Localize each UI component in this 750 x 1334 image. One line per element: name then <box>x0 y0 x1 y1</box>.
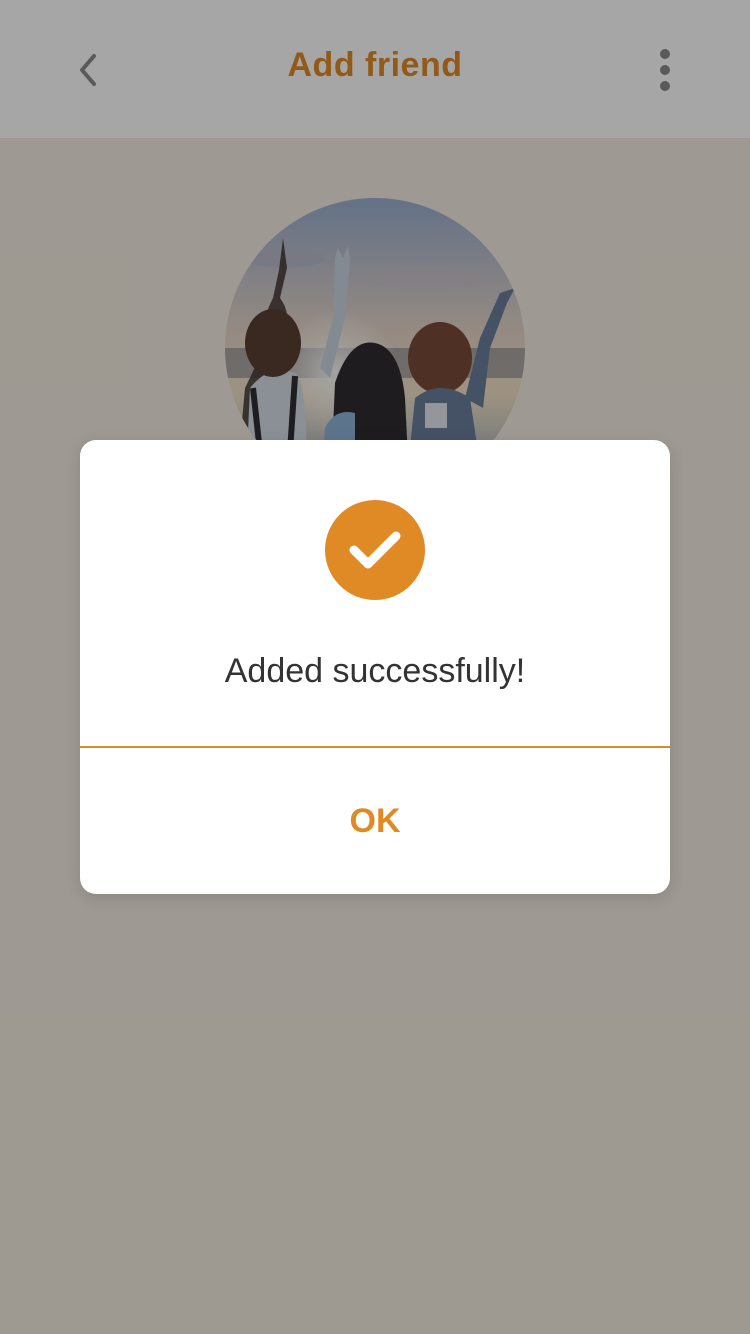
ok-button[interactable]: OK <box>80 748 670 894</box>
dialog-message: Added successfully! <box>224 652 526 690</box>
check-circle-icon <box>325 500 425 600</box>
success-dialog: Added successfully! OK <box>80 440 670 894</box>
checkmark-icon <box>349 531 401 569</box>
